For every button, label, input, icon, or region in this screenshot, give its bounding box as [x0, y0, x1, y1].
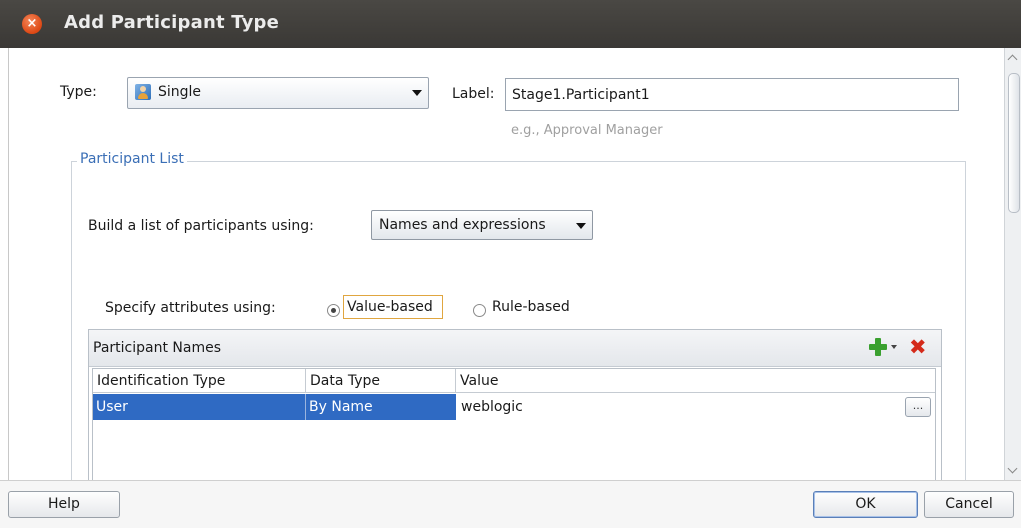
add-icon[interactable] [869, 338, 887, 356]
participant-names-panel: Participant Names ✖ Identification Type … [88, 329, 942, 480]
value-based-label[interactable]: Value-based [347, 299, 433, 315]
cancel-button[interactable]: Cancel [924, 491, 1014, 518]
dialog-footer: Help OK Cancel [0, 480, 1021, 528]
scroll-down-icon[interactable] [1007, 463, 1018, 474]
title-bar: × Add Participant Type [0, 0, 1021, 48]
participant-names-header: Participant Names ✖ [89, 330, 941, 367]
participant-list-legend: Participant List [77, 151, 187, 167]
participant-names-title: Participant Names [93, 340, 221, 356]
type-label: Type: [60, 84, 97, 100]
ok-button[interactable]: OK [813, 491, 918, 518]
add-menu-arrow-icon[interactable] [891, 345, 897, 349]
build-method-select[interactable]: Names and expressions [371, 210, 593, 240]
window-title: Add Participant Type [64, 12, 279, 33]
delete-icon[interactable]: ✖ [909, 335, 927, 359]
help-button[interactable]: Help [8, 491, 120, 518]
build-list-label: Build a list of participants using: [88, 218, 314, 234]
column-header-identification-type[interactable]: Identification Type [93, 369, 306, 393]
chevron-down-icon [412, 90, 422, 96]
type-select-value: Single [158, 84, 202, 100]
rule-based-radio[interactable] [473, 304, 486, 317]
label-input[interactable] [505, 78, 959, 111]
close-icon[interactable]: × [22, 14, 42, 34]
table-cell-identification-type[interactable]: User [93, 394, 306, 420]
column-header-value[interactable]: Value [456, 369, 935, 393]
participants-table: Identification Type Data Type Value User… [92, 368, 936, 480]
value-based-radio[interactable] [327, 304, 340, 317]
label-hint: e.g., Approval Manager [511, 123, 663, 138]
attributes-label: Specify attributes using: [105, 300, 276, 316]
type-select[interactable]: Single [127, 77, 429, 109]
chevron-down-icon [576, 223, 586, 229]
table-cell-data-type[interactable]: By Name [306, 394, 456, 420]
dialog-content: Type: Single Label: e.g., Approval Manag… [8, 48, 1005, 480]
scroll-up-icon[interactable] [1007, 54, 1018, 65]
scrollbar-thumb[interactable] [1008, 73, 1020, 213]
column-header-data-type[interactable]: Data Type [306, 369, 456, 393]
user-icon [135, 84, 151, 100]
build-method-value: Names and expressions [379, 217, 546, 233]
table-cell-value[interactable]: weblogic [456, 394, 896, 420]
vertical-scrollbar[interactable] [1004, 48, 1021, 480]
rule-based-label[interactable]: Rule-based [492, 299, 570, 315]
label-field-label: Label: [452, 86, 495, 102]
browse-button[interactable]: ... [905, 397, 931, 417]
